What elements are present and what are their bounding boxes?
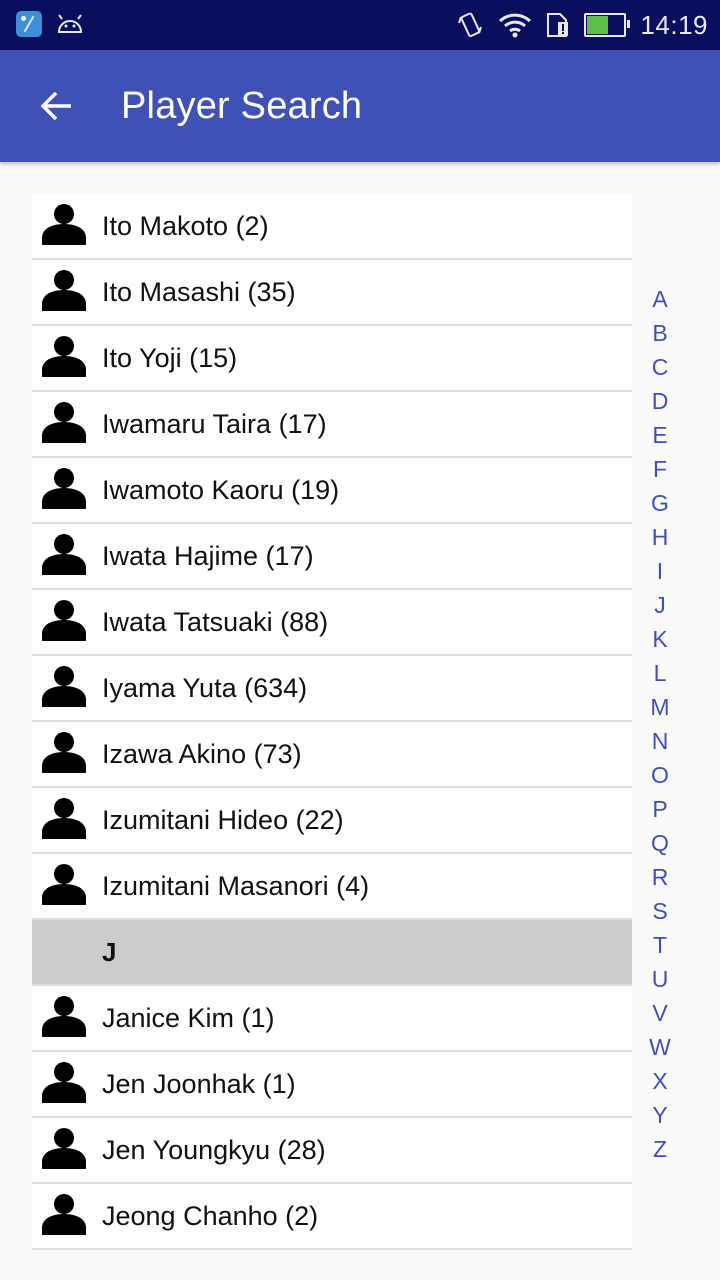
index-letter-f[interactable]: F	[640, 452, 680, 486]
battery-level	[587, 16, 609, 34]
index-letter-u[interactable]: U	[640, 962, 680, 996]
index-letter-d[interactable]: D	[640, 384, 680, 418]
player-name: Ito Yoji (15)	[102, 342, 238, 373]
player-list-item[interactable]: Ito Makoto (2)	[32, 194, 632, 260]
player-list-item[interactable]: Ito Masashi (35)	[32, 260, 632, 326]
person-icon	[42, 732, 86, 773]
clock: 14:19	[640, 9, 708, 40]
player-name: Ito Masashi (35)	[102, 276, 296, 307]
index-letter-j[interactable]: J	[640, 588, 680, 622]
player-list-item[interactable]: Izumitani Hideo (22)	[32, 788, 632, 854]
player-name: Iwamoto Kaoru (19)	[102, 474, 340, 505]
index-letter-x[interactable]: X	[640, 1064, 680, 1098]
back-button[interactable]	[30, 80, 82, 132]
person-icon	[42, 1194, 86, 1235]
index-letter-i[interactable]: I	[640, 554, 680, 588]
person-icon	[42, 270, 86, 311]
index-letter-g[interactable]: G	[640, 486, 680, 520]
index-letter-c[interactable]: C	[640, 350, 680, 384]
page-title: Player Search	[121, 85, 363, 127]
person-icon	[42, 666, 86, 707]
player-list[interactable]: Ito Makoto (2) Ito Masashi (35) Ito Yoji…	[32, 194, 632, 1250]
player-list-item[interactable]: Iwamoto Kaoru (19)	[32, 458, 632, 524]
player-name: Izumitani Masanori (4)	[102, 870, 370, 901]
app-bar: Player Search	[0, 50, 720, 162]
wifi-icon	[499, 13, 532, 38]
player-list-item[interactable]: Ito Yoji (15)	[32, 326, 632, 392]
index-letter-y[interactable]: Y	[640, 1098, 680, 1132]
player-list-item[interactable]: Iwamaru Taira (17)	[32, 392, 632, 458]
section-header-letter: J	[102, 936, 117, 967]
player-name: Iyama Yuta (634)	[102, 672, 308, 703]
person-icon	[42, 1128, 86, 1169]
app-badge-icon	[16, 11, 42, 37]
alphabet-index[interactable]: ABCDEFGHIJKLMNOPQRSTUVWXYZ	[640, 282, 680, 1166]
person-icon	[42, 534, 86, 575]
person-icon	[42, 336, 86, 377]
index-letter-o[interactable]: O	[640, 758, 680, 792]
index-letter-v[interactable]: V	[640, 996, 680, 1030]
player-list-item[interactable]: Izumitani Masanori (4)	[32, 854, 632, 920]
player-list-item[interactable]: Janice Kim (1)	[32, 986, 632, 1052]
person-icon	[42, 204, 86, 245]
player-name: Janice Kim (1)	[102, 1002, 275, 1033]
player-list-item[interactable]: Izawa Akino (73)	[32, 722, 632, 788]
player-name: Iwamaru Taira (17)	[102, 408, 327, 439]
player-list-item[interactable]: Jen Youngkyu (28)	[32, 1118, 632, 1184]
person-icon	[42, 600, 86, 641]
index-letter-q[interactable]: Q	[640, 826, 680, 860]
section-header: J	[32, 920, 632, 986]
status-bar: 14:19	[0, 0, 720, 50]
person-icon	[42, 996, 86, 1037]
index-letter-l[interactable]: L	[640, 656, 680, 690]
person-icon	[42, 402, 86, 443]
player-name: Iwata Hajime (17)	[102, 540, 314, 571]
player-list-item[interactable]: Iyama Yuta (634)	[32, 656, 632, 722]
player-name: Jeong Chanho (2)	[102, 1200, 319, 1231]
index-letter-e[interactable]: E	[640, 418, 680, 452]
index-letter-h[interactable]: H	[640, 520, 680, 554]
index-letter-b[interactable]: B	[640, 316, 680, 350]
sim-alert-icon	[547, 13, 569, 37]
person-icon	[42, 798, 86, 839]
person-icon	[42, 1062, 86, 1103]
vibrate-icon	[458, 12, 483, 37]
index-letter-n[interactable]: N	[640, 724, 680, 758]
arrow-left-icon	[40, 91, 71, 121]
person-icon	[42, 468, 86, 509]
player-name: Izumitani Hideo (22)	[102, 804, 344, 835]
player-name: Jen Youngkyu (28)	[102, 1134, 326, 1165]
index-letter-k[interactable]: K	[640, 622, 680, 656]
android-icon	[57, 14, 83, 33]
battery-charging-icon	[584, 13, 631, 37]
player-list-item[interactable]: Iwata Tatsuaki (88)	[32, 590, 632, 656]
index-letter-w[interactable]: W	[640, 1030, 680, 1064]
player-list-item[interactable]: Jeong Chanho (2)	[32, 1184, 632, 1250]
person-icon	[42, 864, 86, 905]
player-name: Izawa Akino (73)	[102, 738, 302, 769]
player-name: Ito Makoto (2)	[102, 210, 269, 241]
index-letter-p[interactable]: P	[640, 792, 680, 826]
player-name: Jen Joonhak (1)	[102, 1068, 296, 1099]
player-name: Iwata Tatsuaki (88)	[102, 606, 329, 637]
index-letter-a[interactable]: A	[640, 282, 680, 316]
index-letter-s[interactable]: S	[640, 894, 680, 928]
index-letter-z[interactable]: Z	[640, 1132, 680, 1166]
player-list-item[interactable]: Iwata Hajime (17)	[32, 524, 632, 590]
index-letter-m[interactable]: M	[640, 690, 680, 724]
index-letter-t[interactable]: T	[640, 928, 680, 962]
player-list-item[interactable]: Jen Joonhak (1)	[32, 1052, 632, 1118]
index-letter-r[interactable]: R	[640, 860, 680, 894]
